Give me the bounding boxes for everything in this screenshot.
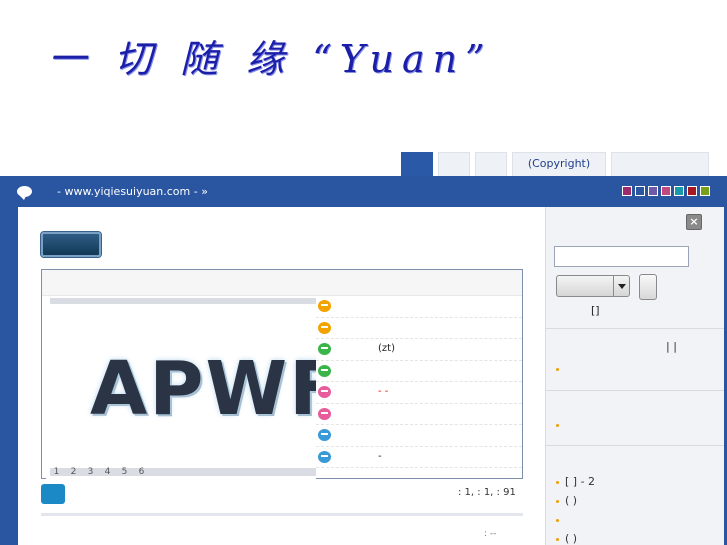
topic-row[interactable]: - bbox=[316, 447, 522, 468]
frame-border-left bbox=[0, 207, 18, 545]
bullet-icon bbox=[556, 537, 559, 541]
list-item[interactable] bbox=[556, 513, 565, 526]
action-button[interactable] bbox=[41, 484, 65, 504]
chat-bubble-icon bbox=[17, 186, 32, 200]
featured-panel: APWF 1 2 3 4 5 6 (zt) - - - bbox=[41, 269, 523, 479]
theme-swatch[interactable] bbox=[700, 186, 710, 196]
nav-bar: - www.yiqiesuiyuan.com - » bbox=[0, 176, 727, 207]
slide-number[interactable]: 6 bbox=[133, 466, 150, 478]
topic-row[interactable] bbox=[316, 296, 522, 318]
advanced-search-link[interactable]: [] bbox=[591, 304, 600, 317]
tab-copyright[interactable]: (Copyright) bbox=[512, 152, 606, 176]
chevron-down-icon bbox=[613, 276, 629, 296]
theme-swatch[interactable] bbox=[635, 186, 645, 196]
sidebar-section-3: [ ] - 2 ( ) ( ) bbox=[546, 445, 724, 545]
list-item-label: ( ) bbox=[565, 532, 578, 545]
bullet-icon bbox=[556, 518, 559, 522]
theme-swatch[interactable] bbox=[622, 186, 632, 196]
theme-swatch[interactable] bbox=[687, 186, 697, 196]
slideshow-image[interactable]: APWF 1 2 3 4 5 6 bbox=[46, 296, 316, 479]
close-button[interactable]: × bbox=[686, 214, 702, 230]
slideshow-image-text: APWF bbox=[90, 346, 316, 432]
topic-status-icon bbox=[318, 429, 331, 441]
search-button[interactable] bbox=[639, 274, 657, 300]
topic-row[interactable] bbox=[316, 318, 522, 339]
theme-switcher bbox=[622, 186, 710, 197]
topic-row[interactable] bbox=[316, 404, 522, 425]
breadcrumb[interactable]: - www.yiqiesuiyuan.com - » bbox=[57, 185, 208, 198]
sidebar-section-2 bbox=[546, 390, 724, 445]
topic-status-icon bbox=[318, 300, 331, 312]
tab-2[interactable] bbox=[438, 152, 470, 176]
forum-stats: : 1, : 1, : 91 bbox=[458, 487, 516, 498]
topic-title-text: - bbox=[378, 450, 382, 462]
list-item-label: [ ] - 2 bbox=[565, 475, 596, 488]
slideshow-bar-top bbox=[50, 298, 316, 304]
topic-status-icon bbox=[318, 386, 331, 398]
topic-row[interactable]: (zt) bbox=[316, 339, 522, 361]
sidebar-section-links[interactable]: | | bbox=[666, 340, 677, 353]
topic-status-icon bbox=[318, 450, 331, 463]
theme-swatch[interactable] bbox=[661, 186, 671, 196]
slide-number[interactable]: 1 bbox=[48, 466, 65, 478]
search-input[interactable] bbox=[554, 246, 689, 267]
theme-swatch[interactable] bbox=[648, 186, 658, 196]
slide-number[interactable]: 3 bbox=[82, 466, 99, 478]
bullet-icon bbox=[556, 424, 559, 427]
list-item[interactable]: [ ] - 2 bbox=[556, 475, 595, 488]
bullet-icon bbox=[556, 499, 559, 503]
slide-number[interactable]: 5 bbox=[116, 466, 133, 478]
slide-number[interactable]: 2 bbox=[65, 466, 82, 478]
main-content: APWF 1 2 3 4 5 6 (zt) - - - : 1, : 1, : 91… bbox=[18, 207, 545, 545]
list-item[interactable]: ( ) bbox=[556, 532, 577, 545]
footer-note: : -- bbox=[484, 529, 497, 539]
sidebar: × [] | | [ ] - 2 ( ) ( ) bbox=[545, 207, 724, 545]
list-item-label: ( ) bbox=[565, 494, 578, 507]
top-tabs: (Copyright) bbox=[0, 152, 727, 176]
theme-swatch[interactable] bbox=[674, 186, 684, 196]
topic-title[interactable]: - - bbox=[378, 386, 388, 397]
site-logo[interactable]: 一 切 随 缘 “Yuan” bbox=[48, 28, 493, 83]
list-item[interactable]: ( ) bbox=[556, 494, 577, 507]
banner: 一 切 随 缘 “Yuan” bbox=[0, 0, 727, 150]
divider bbox=[41, 513, 523, 516]
topic-list: (zt) - - - bbox=[316, 296, 522, 468]
topic-row[interactable]: - - bbox=[316, 382, 522, 404]
topic-status-icon bbox=[318, 343, 331, 355]
search-scope-select[interactable] bbox=[556, 275, 630, 297]
featured-panel-header bbox=[42, 270, 522, 296]
post-button[interactable] bbox=[41, 232, 101, 257]
tab-3[interactable] bbox=[475, 152, 507, 176]
bullet-icon bbox=[556, 368, 559, 371]
bullet-icon bbox=[556, 480, 559, 484]
tab-home[interactable] bbox=[401, 152, 433, 176]
topic-status-icon bbox=[318, 407, 331, 420]
topic-title-text: (zt) bbox=[378, 343, 395, 354]
topic-title[interactable]: - bbox=[378, 451, 382, 462]
topic-title-marker: - - bbox=[378, 386, 389, 397]
topic-status-icon bbox=[318, 321, 331, 334]
topic-row[interactable] bbox=[316, 361, 522, 382]
sidebar-section-1: | | bbox=[546, 328, 724, 390]
topic-row[interactable] bbox=[316, 425, 522, 447]
slideshow-pager: 1 2 3 4 5 6 bbox=[48, 466, 150, 478]
slide-number[interactable]: 4 bbox=[99, 466, 116, 478]
topic-title[interactable]: (zt) bbox=[378, 343, 395, 354]
page: 一 切 随 缘 “Yuan” (Copyright) - www.yiqiesu… bbox=[0, 0, 727, 545]
tab-5[interactable] bbox=[611, 152, 709, 176]
topic-status-icon bbox=[318, 364, 331, 377]
